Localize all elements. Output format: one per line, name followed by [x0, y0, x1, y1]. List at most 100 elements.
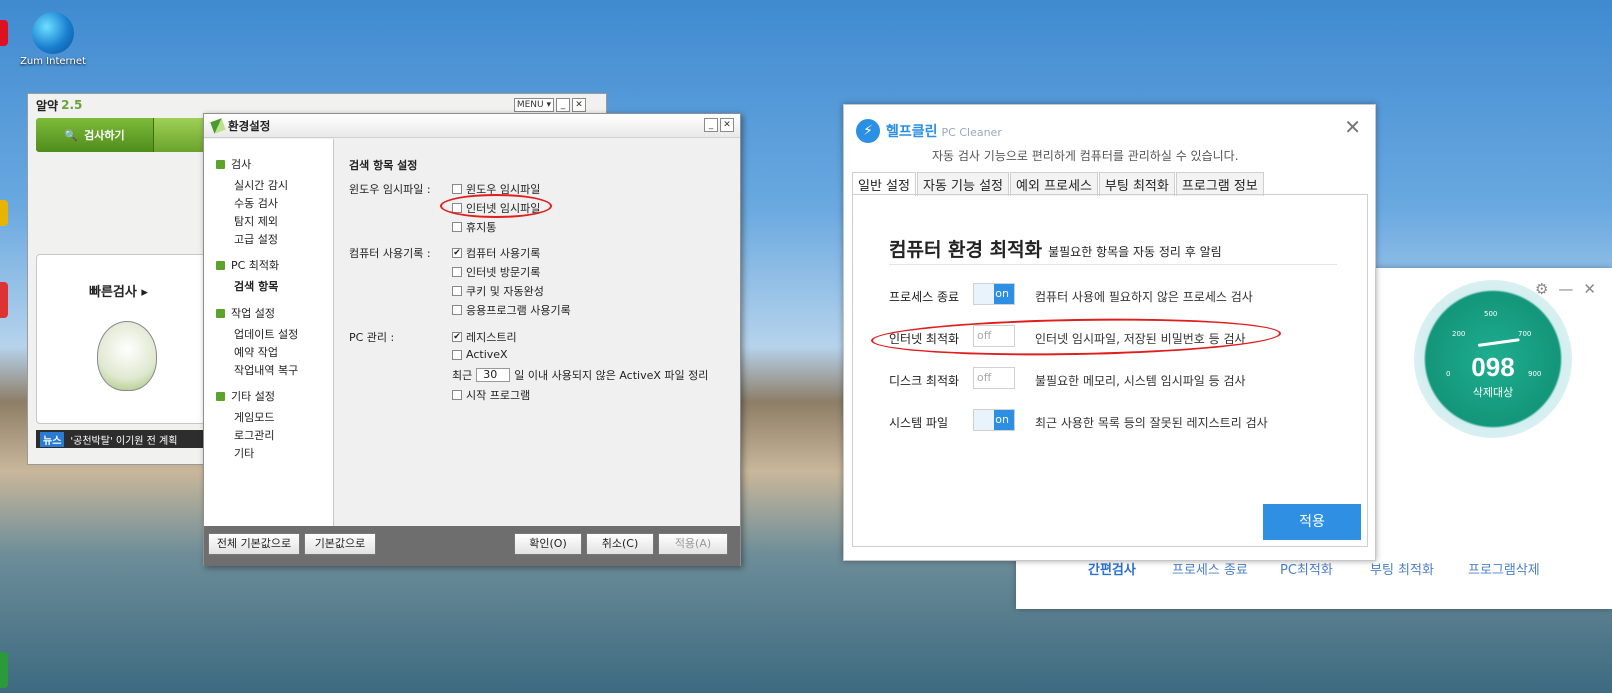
close-button[interactable]: ✕ [572, 98, 586, 112]
minimize-button[interactable]: _ [556, 98, 570, 112]
quick-scan-panel[interactable]: 빠른검사 ▸ [36, 254, 206, 424]
checkbox-checked[interactable]: ✔ [452, 332, 462, 342]
desktop-edge-icon[interactable] [0, 652, 8, 688]
settings-dialog: 환경설정 _ ✕ 검사 실시간 감시 수동 검사 탐지 제외 고급 설정 PC … [203, 113, 741, 566]
gauge-tick: 700 [1518, 330, 1532, 338]
option-internet-history[interactable]: 인터넷 방문기록 [452, 264, 540, 280]
sidebar-item-advanced[interactable]: 고급 설정 [234, 231, 278, 247]
checkbox[interactable] [452, 390, 462, 400]
nav-pc-optimize[interactable]: PC최적화 [1280, 559, 1333, 578]
settings-sidebar: 검사 실시간 감시 수동 검사 탐지 제외 고급 설정 PC 최적화 검색 항목… [204, 139, 334, 539]
toggle-process[interactable]: on [973, 283, 1015, 305]
nav-boot-optimize[interactable]: 부팅 최적화 [1370, 559, 1434, 578]
sidebar-item-manual[interactable]: 수동 검사 [234, 195, 278, 211]
toggle-disk[interactable]: off [973, 367, 1015, 389]
tab-info[interactable]: 프로그램 정보 [1175, 172, 1264, 196]
heading-text: 컴퓨터 환경 최적화 [889, 239, 1043, 261]
default-button[interactable]: 기본값으로 [304, 533, 376, 555]
option-recycle-bin[interactable]: 휴지통 [452, 219, 496, 235]
apply-button[interactable]: 적용 [1263, 504, 1361, 540]
tab-boot[interactable]: 부팅 최적화 [1098, 172, 1175, 196]
bullet-icon [216, 159, 225, 169]
desktop-edge-icon[interactable] [0, 282, 8, 318]
nav-uninstall[interactable]: 프로그램삭제 [1468, 559, 1540, 578]
sidebar-item-schedule[interactable]: 예약 작업 [234, 344, 278, 360]
close-button[interactable]: ✕ [720, 118, 734, 132]
sidebar-item-search-items[interactable]: 검색 항목 [234, 278, 278, 294]
cleanup-gauge: 200 500 700 900 0 098 삭제대상 [1414, 280, 1572, 438]
gauge-value: 098 [1471, 352, 1515, 382]
option-startup[interactable]: 시작 프로그램 [452, 387, 530, 403]
option-registry[interactable]: ✔ 레지스트리 [452, 329, 517, 345]
cancel-button[interactable]: 취소(C) [586, 533, 654, 555]
sidebar-item-exclude[interactable]: 탐지 제외 [234, 213, 278, 229]
minimize-icon[interactable]: — [1558, 280, 1573, 298]
row-label-disk: 디스크 최적화 [889, 374, 960, 388]
option-activex[interactable]: ActiveX [452, 348, 508, 361]
sidebar-group-label: 검사 [231, 158, 252, 171]
desktop-icon-zum-internet[interactable]: Zum Internet [20, 12, 86, 67]
option-label: ActiveX [466, 348, 508, 361]
activex-prefix: 최근 [452, 369, 473, 382]
panel-heading: 컴퓨터 환경 최적화 불필요한 항목을 자동 정리 후 알림 [889, 235, 1222, 262]
news-headline[interactable]: '공천박탈' 이기원 전 계획 [70, 432, 177, 447]
row-desc-system: 최근 사용한 목록 등의 잘못된 레지스트리 검사 [1035, 416, 1268, 430]
tab-exceptions[interactable]: 예외 프로세스 [1010, 172, 1098, 196]
menu-button[interactable]: MENU ▾ [513, 98, 554, 112]
nav-quick-scan[interactable]: 간편검사 [1088, 559, 1136, 578]
close-icon[interactable]: ✕ [1583, 280, 1596, 298]
toggle-system[interactable]: on [973, 409, 1015, 431]
sidebar-item-update[interactable]: 업데이트 설정 [234, 326, 298, 342]
checkbox[interactable] [452, 286, 462, 296]
helpclean-settings-window: ⚡ 헬프클린 PC Cleaner ✕ 자동 검사 기능으로 편리하게 컴퓨터를 … [843, 104, 1376, 561]
checkbox[interactable] [452, 184, 462, 194]
option-pc-usage[interactable]: ✔ 컴퓨터 사용기록 [452, 245, 540, 261]
checkbox[interactable] [452, 267, 462, 277]
arrow-right-icon: ▸ [141, 285, 148, 300]
activex-days-stepper[interactable]: 30 [476, 368, 511, 382]
checkbox[interactable] [452, 305, 462, 315]
dialog-footer: 전체 기본값으로 기본값으로 확인(O) 취소(C) 적용(A) [204, 526, 740, 566]
minimize-button[interactable]: _ [704, 118, 718, 132]
checkbox[interactable] [452, 349, 462, 360]
sidebar-item-log[interactable]: 로그관리 [234, 427, 274, 443]
tab-general[interactable]: 일반 설정 [852, 172, 916, 196]
row-desc-disk: 불필요한 메모리, 시스템 임시파일 등 검사 [1035, 374, 1246, 388]
gauge-tick: 200 [1452, 330, 1466, 338]
pc-manage-label: PC 관리 : [349, 331, 395, 344]
annotation-circle [440, 194, 552, 218]
sidebar-item-etc[interactable]: 기타 [234, 445, 254, 461]
settings-title-bar: 환경설정 [204, 114, 740, 138]
checkbox-checked[interactable]: ✔ [452, 248, 462, 258]
desktop-edge-icon[interactable] [0, 20, 8, 46]
sidebar-group-label: PC 최적화 [231, 259, 280, 272]
desktop-edge-icon[interactable] [0, 200, 8, 226]
scan-tab[interactable]: 🔍 검사하기 [36, 118, 154, 152]
bullet-icon [216, 308, 225, 318]
checkbox[interactable] [452, 222, 462, 232]
row-label-system: 시스템 파일 [889, 416, 949, 430]
close-icon[interactable]: ✕ [1344, 115, 1361, 139]
sidebar-item-realtime[interactable]: 실시간 감시 [234, 177, 288, 193]
all-default-button[interactable]: 전체 기본값으로 [208, 533, 300, 555]
option-app-usage[interactable]: 응용프로그램 사용기록 [452, 302, 571, 318]
annotation-circle [870, 315, 1282, 359]
option-label: 쿠키 및 자동완성 [466, 285, 544, 298]
sidebar-group-scan[interactable]: 검사 [216, 156, 251, 172]
nav-process-kill[interactable]: 프로세스 종료 [1172, 559, 1248, 578]
desktop-icon-label: Zum Internet [20, 56, 86, 67]
sidebar-item-game-mode[interactable]: 게임모드 [234, 409, 274, 425]
activex-days-row: 최근 30 일 이내 사용되지 않은 ActiveX 파일 정리 [452, 367, 708, 383]
tab-auto[interactable]: 자동 기능 설정 [916, 172, 1010, 196]
sidebar-group-pc[interactable]: PC 최적화 [216, 257, 279, 273]
option-cookies[interactable]: 쿠키 및 자동완성 [452, 283, 544, 299]
ok-button[interactable]: 확인(O) [514, 533, 582, 555]
sidebar-item-restore[interactable]: 작업내역 복구 [234, 362, 298, 378]
apply-button[interactable]: 적용(A) [658, 533, 728, 555]
sidebar-group-etc[interactable]: 기타 설정 [216, 388, 275, 404]
clean-tab[interactable] [154, 118, 204, 152]
app-version: 2.5 [61, 98, 83, 112]
bullet-icon [216, 260, 225, 270]
sidebar-group-task[interactable]: 작업 설정 [216, 305, 275, 321]
section-title: 검색 항목 설정 [349, 159, 418, 172]
